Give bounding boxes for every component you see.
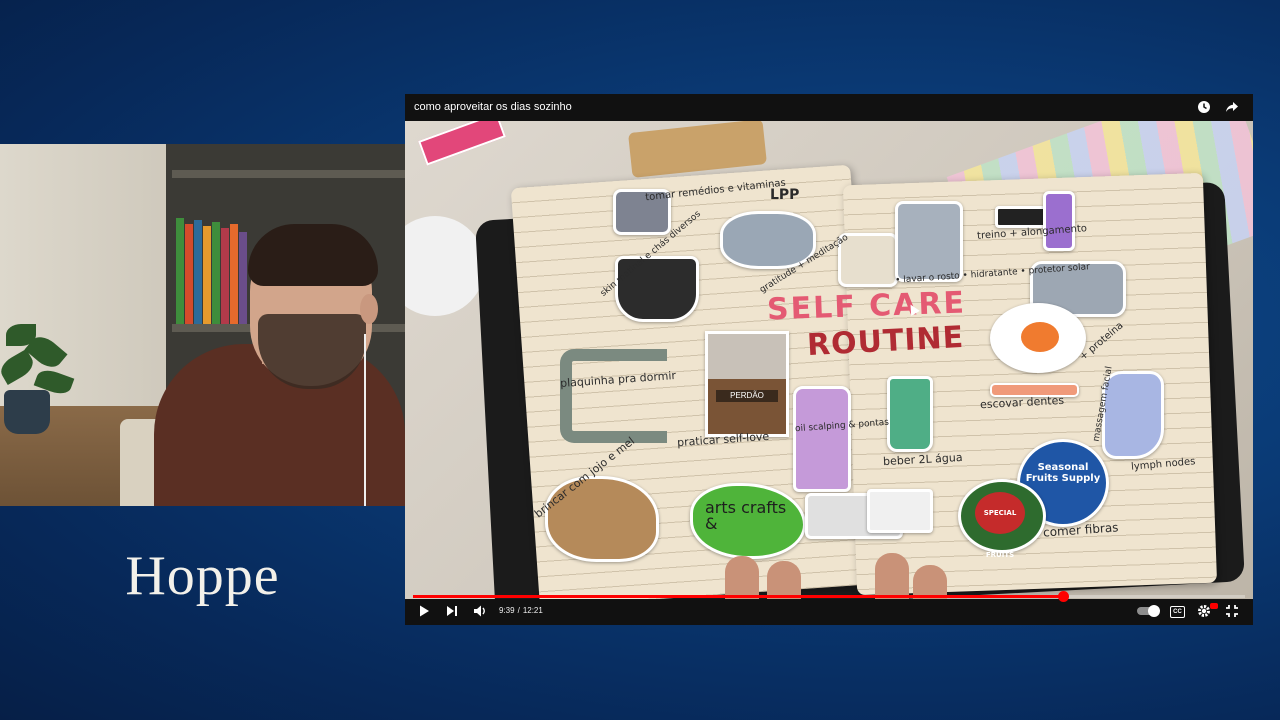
video-player[interactable]: como aproveitar os dias sozinho PERDÃO a… xyxy=(405,94,1253,625)
book xyxy=(185,224,193,324)
cardboard-piece xyxy=(628,121,767,178)
frame-sticker xyxy=(560,349,667,443)
next-icon[interactable] xyxy=(445,604,459,622)
finger xyxy=(725,556,759,599)
person-ear xyxy=(360,294,378,324)
book xyxy=(194,220,202,324)
earphone-wire xyxy=(364,334,366,506)
disc xyxy=(405,216,485,316)
play-icon[interactable] xyxy=(417,604,431,622)
autoplay-toggle[interactable] xyxy=(1137,605,1160,617)
book xyxy=(203,226,211,324)
exit-fullscreen-icon[interactable] xyxy=(1225,604,1239,622)
book-sticker: PERDÃO xyxy=(705,331,789,437)
pump-bottle-sticker xyxy=(895,201,963,282)
book xyxy=(230,224,238,324)
hd-badge xyxy=(1210,603,1218,609)
plant-pot xyxy=(4,390,50,434)
finger xyxy=(913,565,947,599)
person-hair xyxy=(248,224,378,286)
seasonal-fruits-text: Seasonal Fruits Supply xyxy=(1025,462,1101,484)
egg-yolk xyxy=(1021,322,1059,352)
current-time: 9:39 xyxy=(499,606,515,615)
progress-bar[interactable] xyxy=(413,591,1245,602)
book-title: PERDÃO xyxy=(716,390,778,402)
tumbler-sticker xyxy=(887,376,933,452)
time-display: 9:39/12:21 xyxy=(499,606,543,615)
autoplay-knob xyxy=(1148,605,1160,617)
paint-tube xyxy=(418,121,506,166)
captions-icon[interactable]: CC xyxy=(1170,606,1185,618)
book xyxy=(176,218,184,324)
note-lpp: LPP xyxy=(770,187,800,203)
channel-name: Hoppe xyxy=(125,545,280,607)
oil-bottle-sticker xyxy=(793,386,851,492)
time-separator: / xyxy=(517,606,520,615)
shelf xyxy=(172,170,405,178)
fried-egg-sticker xyxy=(990,303,1086,373)
volume-icon[interactable] xyxy=(473,604,487,622)
player-top-bar: como aproveitar os dias sozinho xyxy=(405,94,1253,121)
progress-scrubber[interactable] xyxy=(1057,591,1069,602)
finger xyxy=(767,561,801,599)
book xyxy=(212,222,220,324)
finger xyxy=(875,553,909,599)
video-frame[interactable]: PERDÃO arts crafts & Seasonal Fruits Sup… xyxy=(405,121,1253,599)
apple-sticker: SPECIAL FRUITS xyxy=(958,479,1046,559)
progress-played xyxy=(413,595,1063,598)
book xyxy=(221,228,229,324)
duration: 12:21 xyxy=(522,606,543,615)
special-fruits-text: SPECIAL FRUITS xyxy=(975,492,1025,559)
share-icon[interactable] xyxy=(1224,100,1239,115)
clock-icon[interactable] xyxy=(1196,100,1211,115)
water-bottle-sticker xyxy=(1043,191,1075,251)
arts-crafts-text: arts crafts & xyxy=(705,498,787,533)
gear-icon[interactable] xyxy=(1197,604,1211,622)
hand xyxy=(725,551,947,599)
player-controls: 9:39/12:21 CC xyxy=(405,599,1253,625)
book xyxy=(239,232,247,324)
webcam-feed xyxy=(0,144,405,506)
video-title[interactable]: como aproveitar os dias sozinho xyxy=(414,101,572,113)
cream-tube-sticker xyxy=(867,489,933,533)
